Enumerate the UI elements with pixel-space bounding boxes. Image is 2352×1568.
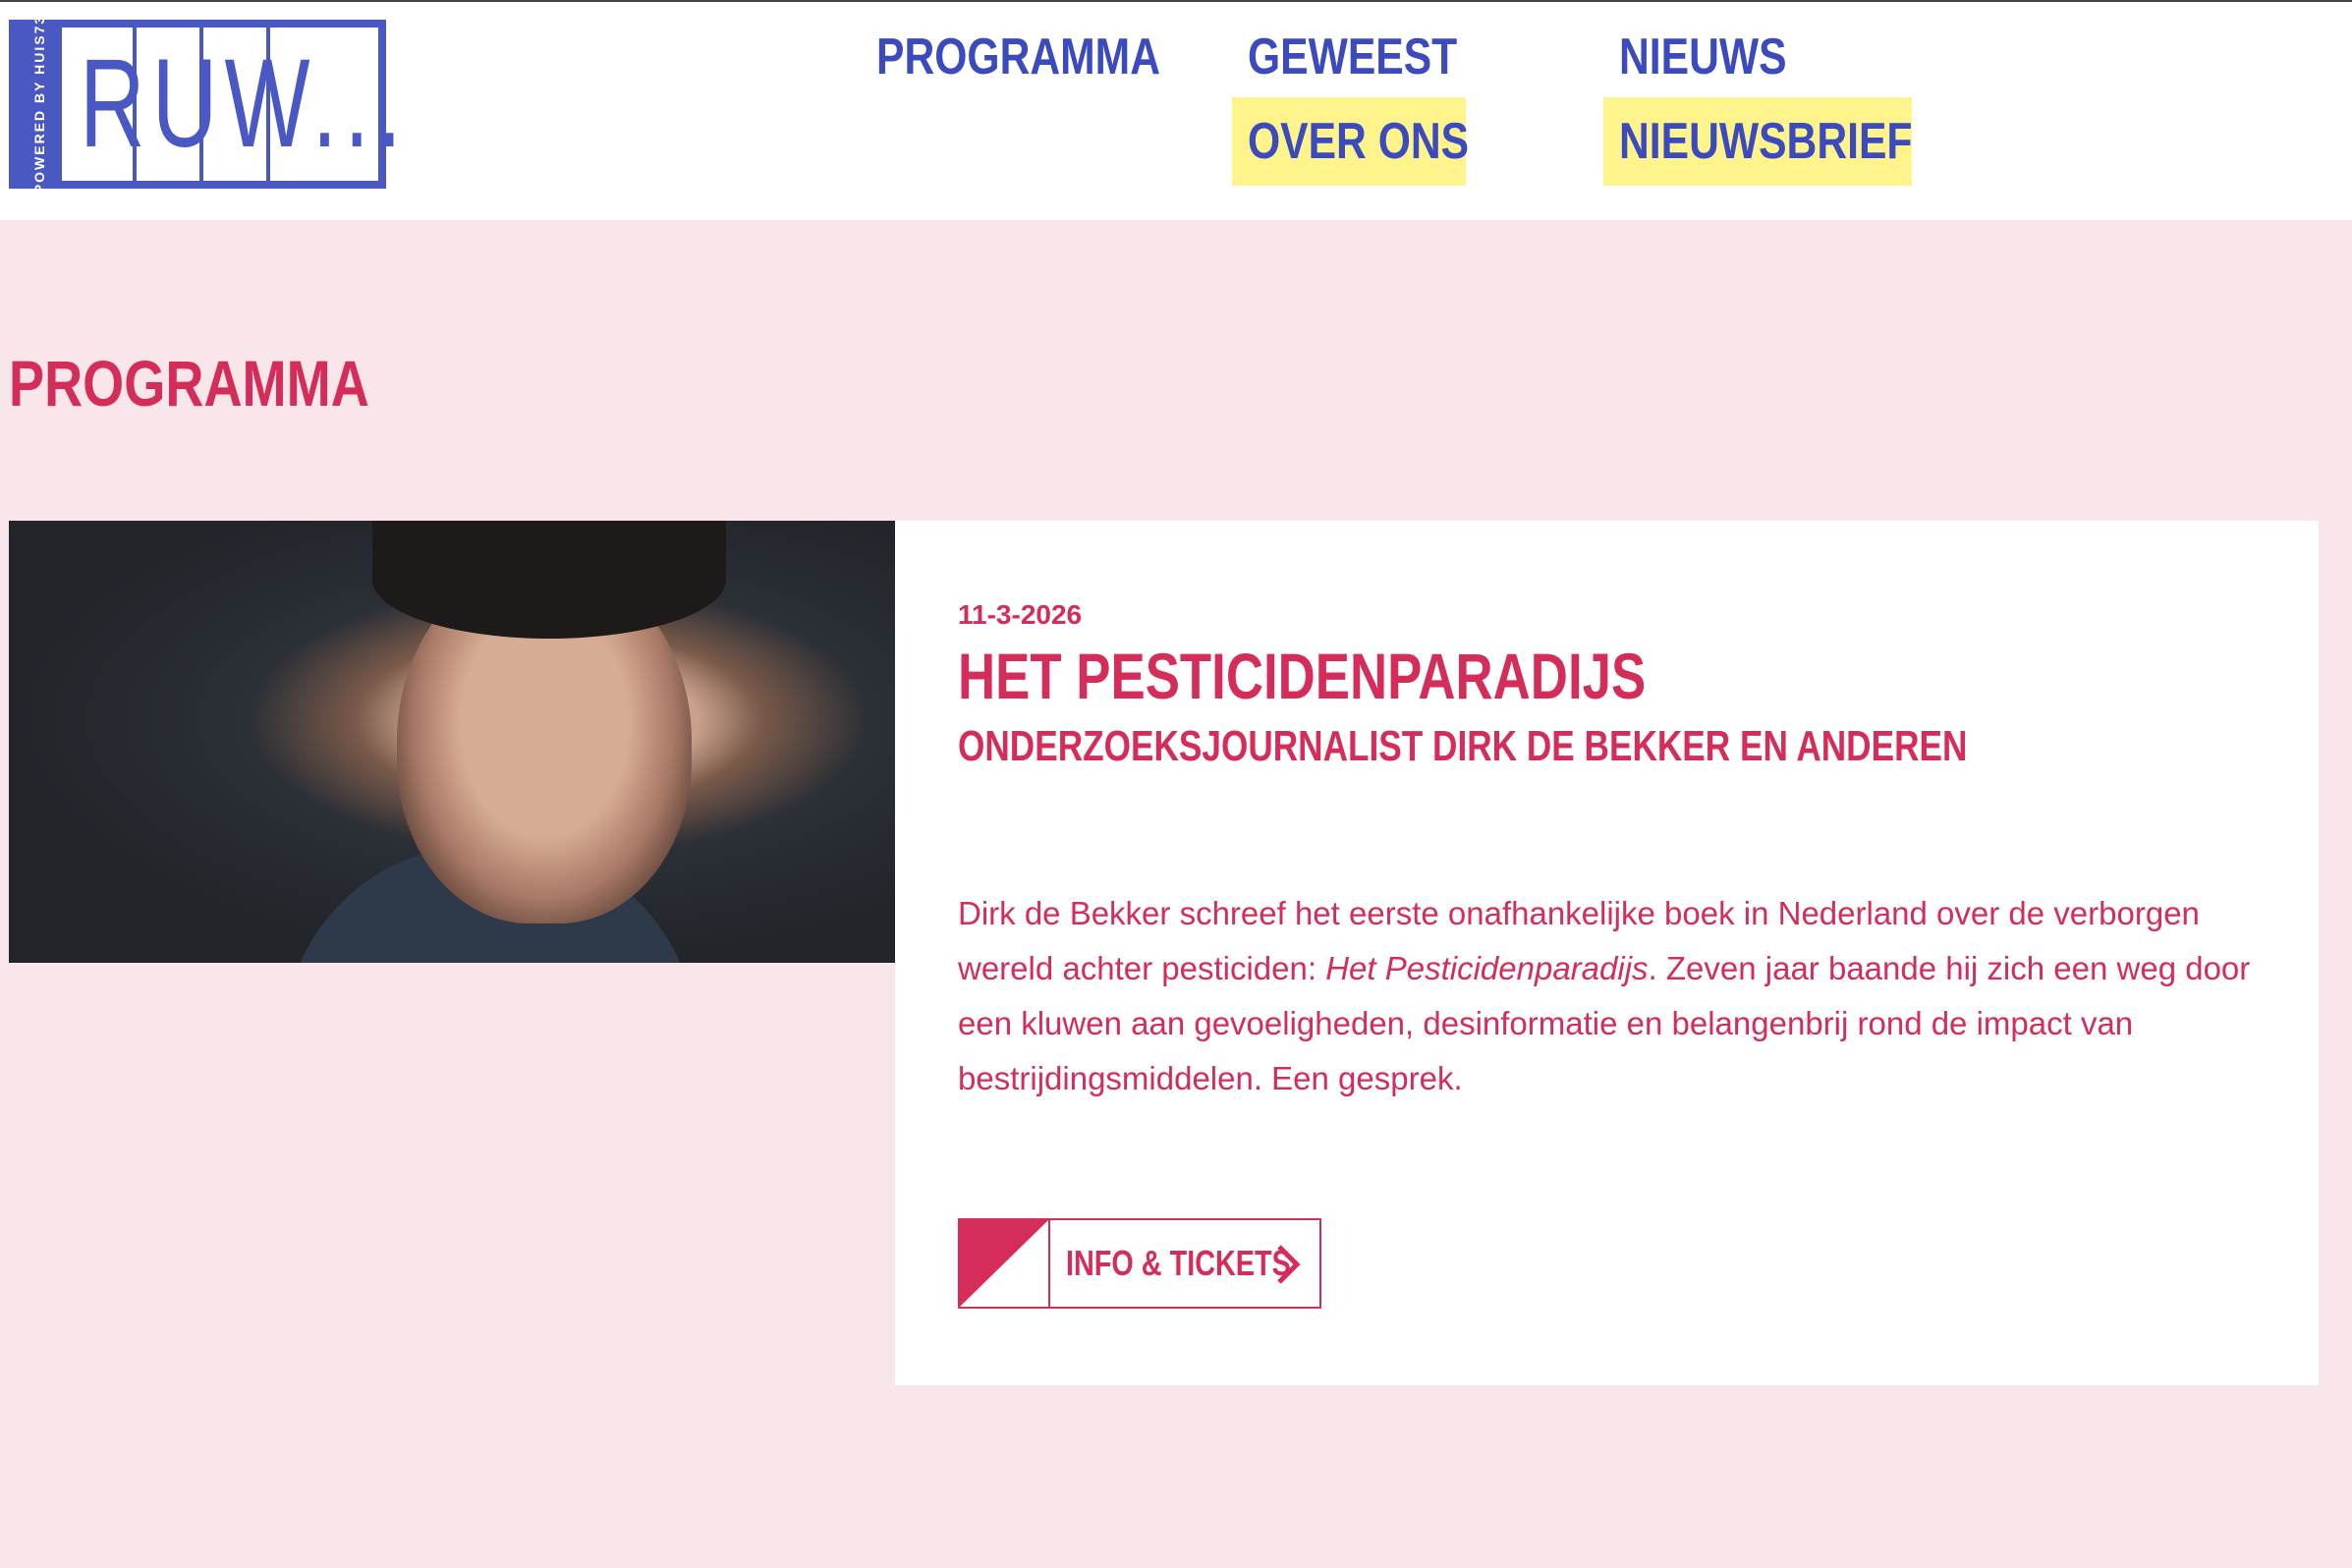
event-subtitle: ONDERZOEKSJOURNALIST DIRK DE BEKKER EN A… [958,722,1968,770]
logo-strip: POWERED BY HUIS73 [17,15,62,194]
nav-nieuwsbrief-label: NIEUWSBRIEF [1619,113,1913,170]
chevron-right-icon [1277,1245,1301,1284]
event-date: 11-3-2026 [958,599,1083,630]
event-description-book: Het Pesticidenparadijs [1325,950,1649,986]
button-flag-icon [960,1220,1050,1307]
site-header: POWERED BY HUIS73 RUW... PROGRAMMA GEWEE… [0,2,2352,220]
logo-bar [199,28,203,181]
info-tickets-label: INFO & TICKETS [1066,1243,1291,1283]
nav-nieuwsbrief[interactable]: NIEUWSBRIEF [1603,97,1912,186]
logo-bar [133,28,137,181]
nav-over-ons[interactable]: OVER ONS [1232,97,1470,186]
nav-geweest[interactable]: GEWEEST [1248,22,1457,92]
logo-bar [266,28,270,181]
page-title: PROGRAMMA [9,347,369,420]
event-description: Dirk de Bekker schreef het eerste onafha… [958,886,2255,1106]
event-card: 11-3-2026 HET PESTICIDENPARADIJS ONDERZO… [895,521,2319,1385]
event-photo[interactable] [9,521,895,963]
photo-hair [372,521,726,639]
logo-strip-text: POWERED BY HUIS73 [31,14,47,195]
event-title[interactable]: HET PESTICIDENPARADIJS [958,637,1646,715]
nav-programma[interactable]: PROGRAMMA [876,22,1160,92]
info-tickets-button[interactable]: INFO & TICKETS [958,1218,1321,1309]
site-logo[interactable]: POWERED BY HUIS73 RUW... [9,15,402,194]
logo-word: RUW... [80,33,410,174]
nav-nieuws[interactable]: NIEUWS [1619,22,1787,92]
nav-over-ons-label: OVER ONS [1248,113,1470,170]
